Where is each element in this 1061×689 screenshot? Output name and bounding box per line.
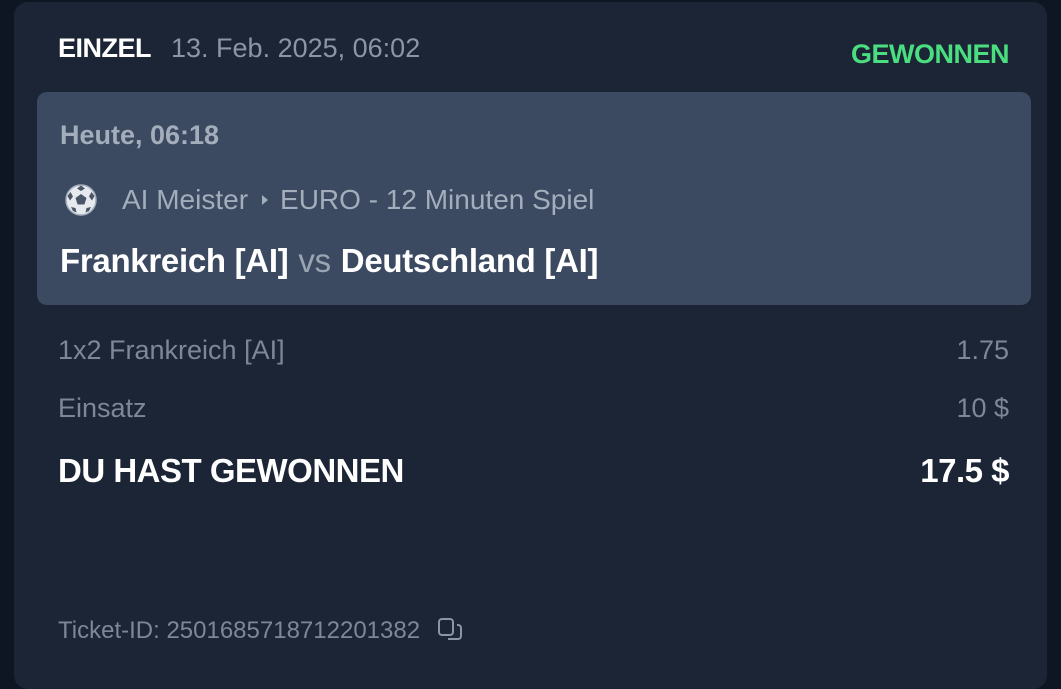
event-time: Heute, 06:18 — [60, 120, 220, 150]
selection-market: 1x2 Frankreich [AI] — [58, 334, 285, 365]
competition-name: EURO - 12 Minuten Spiel — [280, 184, 595, 215]
bet-type: EINZEL — [58, 32, 152, 63]
vs-label: vs — [298, 242, 331, 279]
match-teams: Frankreich [AI] vs Deutschland [AI] — [60, 242, 598, 280]
stake-row: Einsatz 10 $ — [58, 388, 1009, 428]
ticket-id-row: Ticket-ID: 2501685718712201382 — [58, 614, 466, 648]
copy-icon[interactable] — [436, 616, 466, 646]
stake-label: Einsatz — [58, 392, 147, 423]
ticket-header: EINZEL 13. Feb. 2025, 06:02 GEWONNEN — [58, 28, 1010, 69]
event-league-row: AI Meister EURO - 12 Minuten Spiel — [64, 182, 594, 218]
result-label: DU HAST GEWONNEN — [58, 452, 404, 489]
away-team: Deutschland [AI] — [340, 242, 599, 279]
chevron-right-icon — [262, 195, 269, 205]
ticket-id: Ticket-ID: 2501685718712201382 — [58, 617, 421, 644]
selection-odds: 1.75 — [956, 334, 1009, 365]
league-name: AI Meister — [122, 184, 249, 215]
result-row: DU HAST GEWONNEN 17.5 $ — [58, 446, 1009, 496]
stake-amount: 10 $ — [956, 392, 1009, 423]
bet-placed-date: 13. Feb. 2025, 06:02 — [171, 32, 421, 63]
selection-row: 1x2 Frankreich [AI] 1.75 — [58, 330, 1009, 370]
bet-ticket-card: EINZEL 13. Feb. 2025, 06:02 GEWONNEN Heu… — [14, 2, 1047, 689]
payout-amount: 17.5 $ — [920, 452, 1009, 489]
event-info[interactable]: Heute, 06:18 AI Meister EURO - 12 Minute… — [37, 92, 1031, 305]
status-badge: GEWONNEN — [851, 38, 1010, 69]
home-team: Frankreich [AI] — [60, 242, 289, 279]
soccer-ball-icon — [64, 183, 98, 217]
